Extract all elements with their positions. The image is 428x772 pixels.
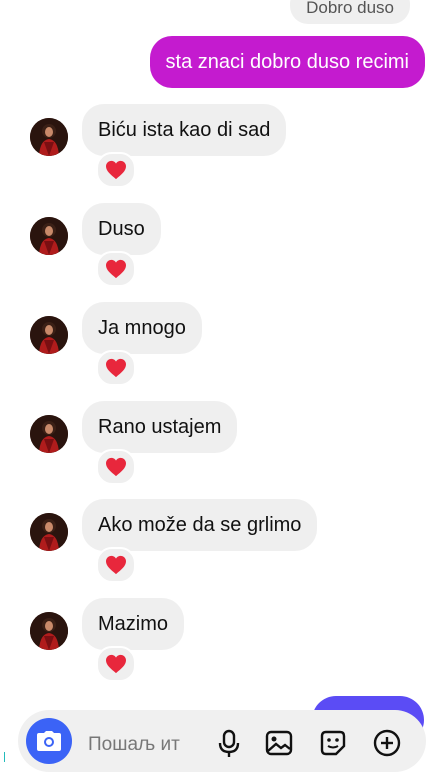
- heart-reaction[interactable]: [96, 646, 136, 682]
- heart-icon: [106, 358, 126, 378]
- received-message-row: Mazimo: [0, 598, 428, 694]
- avatar[interactable]: [30, 612, 68, 650]
- avatar[interactable]: [30, 316, 68, 354]
- heart-reaction[interactable]: [96, 251, 136, 287]
- avatar-image: [30, 118, 68, 156]
- message-text: Ako može da se grlimo: [98, 514, 302, 536]
- gallery-icon[interactable]: [264, 728, 294, 758]
- message-text: Biću ista kao di sad: [98, 119, 271, 141]
- message-text: Duso: [98, 218, 145, 240]
- message-text: Rano ustajem: [98, 416, 222, 438]
- avatar-image: [30, 415, 68, 453]
- mic-icon[interactable]: [214, 728, 244, 758]
- message-text: Dobro duso: [306, 0, 394, 17]
- heart-reaction[interactable]: [96, 152, 136, 188]
- received-message-bubble[interactable]: Ako može da se grlimo: [82, 499, 318, 551]
- heart-reaction[interactable]: [96, 449, 136, 485]
- avatar[interactable]: [30, 118, 68, 156]
- add-icon[interactable]: [372, 728, 402, 758]
- avatar-image: [30, 217, 68, 255]
- message-composer: [18, 710, 426, 772]
- message-thread: Dobro duso sta znaci dobro duso recimi B…: [0, 0, 428, 762]
- received-message-bubble[interactable]: Ja mnogo: [82, 302, 202, 354]
- avatar[interactable]: [30, 415, 68, 453]
- heart-icon: [106, 654, 126, 674]
- sent-message-bubble[interactable]: sta znaci dobro duso recimi: [149, 36, 425, 88]
- received-message-row: Rano ustajem: [0, 401, 428, 497]
- received-message-bubble[interactable]: Mazimo: [82, 598, 185, 650]
- heart-reaction[interactable]: [96, 350, 136, 386]
- heart-icon: [106, 457, 126, 477]
- received-message-row: Ja mnogo: [0, 302, 428, 398]
- received-message-bubble[interactable]: Dobro duso: [290, 0, 410, 24]
- camera-icon: [37, 731, 61, 751]
- avatar[interactable]: [30, 217, 68, 255]
- message-input[interactable]: [88, 730, 198, 760]
- avatar[interactable]: [30, 513, 68, 551]
- heart-icon: [106, 259, 126, 279]
- received-message-bubble[interactable]: Biću ista kao di sad: [82, 104, 287, 156]
- message-text: sta znaci dobro duso recimi: [165, 51, 409, 73]
- heart-icon: [106, 160, 126, 180]
- received-message-row: Ako može da se grlimo: [0, 499, 428, 595]
- received-message-bubble[interactable]: Duso: [82, 203, 161, 255]
- received-message-row: Biću ista kao di sad: [0, 104, 428, 200]
- avatar-image: [30, 513, 68, 551]
- heart-reaction[interactable]: [96, 547, 136, 583]
- message-text: Ja mnogo: [98, 317, 186, 339]
- received-message-bubble[interactable]: Rano ustajem: [82, 401, 238, 453]
- avatar-image: [30, 316, 68, 354]
- camera-button[interactable]: [26, 718, 72, 764]
- sticker-icon[interactable]: [318, 728, 348, 758]
- message-text: Mazimo: [98, 613, 169, 635]
- avatar-image: [30, 612, 68, 650]
- received-message-row: Duso: [0, 203, 428, 299]
- cursor-hint: [4, 752, 5, 762]
- heart-icon: [106, 555, 126, 575]
